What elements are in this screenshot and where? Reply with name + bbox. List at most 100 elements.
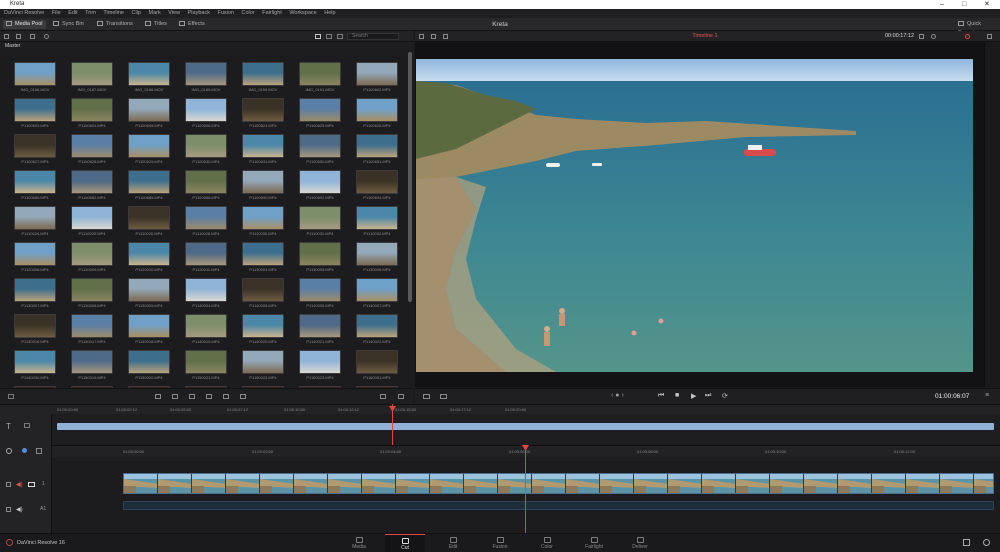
zoom-fit-icon[interactable] xyxy=(24,423,30,428)
media-clip[interactable]: P1140005.MP4 xyxy=(233,278,293,312)
place-on-top-icon[interactable] xyxy=(223,394,229,399)
snap-icon[interactable] xyxy=(22,448,27,453)
media-clip[interactable]: P1130005.MP4 xyxy=(290,242,350,276)
media-clip[interactable]: P1140020.MP4 xyxy=(233,314,293,348)
media-clip[interactable]: P1140004.MP4 xyxy=(176,278,236,312)
record-icon[interactable] xyxy=(965,34,970,39)
media-clip[interactable]: P1100651.MP4 xyxy=(347,134,407,168)
lock-audio-icon[interactable] xyxy=(6,507,11,512)
media-clip[interactable]: IMG_0187.MOV xyxy=(62,62,122,96)
media-clip[interactable]: P1140007.MP4 xyxy=(347,278,407,312)
media-clip[interactable]: P1100694.MP4 xyxy=(347,170,407,204)
menu-mark[interactable]: Mark xyxy=(149,10,161,16)
track-options-icon[interactable] xyxy=(36,448,42,454)
media-pool-button[interactable]: Media Pool xyxy=(3,20,46,29)
menu-fusion[interactable]: Fusion xyxy=(217,10,234,16)
media-clip[interactable]: P1150020.MP4 xyxy=(119,350,179,384)
media-clip[interactable]: P1150021.MP4 xyxy=(176,350,236,384)
quick-export-button[interactable]: Quick Export xyxy=(955,20,1000,36)
page-fusion[interactable]: Fusion xyxy=(480,534,520,552)
audio-level-icon[interactable] xyxy=(6,448,12,454)
media-clip[interactable]: P1100602.MP4 xyxy=(347,62,407,96)
overview-clip-bar[interactable] xyxy=(57,423,994,430)
timeline-view-icon[interactable] xyxy=(8,394,14,399)
media-clip[interactable]: P1110026.MP4 xyxy=(119,206,179,240)
split-clip-icon[interactable] xyxy=(380,394,386,399)
lower-playhead-line[interactable] xyxy=(525,445,526,533)
media-clip[interactable]: P1100628.MP4 xyxy=(62,134,122,168)
media-clip[interactable]: P1150022.MP4 xyxy=(233,350,293,384)
media-clip[interactable]: P1100650.MP4 xyxy=(290,134,350,168)
media-clip[interactable]: P1100680.MP4 xyxy=(5,170,65,204)
audio-icon[interactable] xyxy=(987,34,992,39)
thumbnail-view-icon[interactable] xyxy=(315,34,321,39)
media-clip[interactable]: P1100631.MP4 xyxy=(233,134,293,168)
safe-area-icon[interactable] xyxy=(443,34,448,39)
maximize-icon[interactable]: □ xyxy=(962,0,966,9)
effects-button[interactable]: Effects xyxy=(176,20,208,29)
media-clip[interactable]: P1140018.MP4 xyxy=(119,314,179,348)
import-icon[interactable] xyxy=(16,34,21,39)
menu-playback[interactable]: Playback xyxy=(188,10,210,16)
media-clip[interactable]: P1100630.MP4 xyxy=(176,134,236,168)
menu-edit[interactable]: Edit xyxy=(68,10,77,16)
page-color[interactable]: Color xyxy=(527,534,567,552)
media-clip[interactable]: P1100690.MP4 xyxy=(233,170,293,204)
smart-insert-icon[interactable] xyxy=(155,394,161,399)
media-clip[interactable]: P1100688.MP4 xyxy=(176,170,236,204)
previous-clip-icon[interactable]: ⏮ xyxy=(658,392,664,400)
minimize-icon[interactable]: – xyxy=(940,0,944,9)
menu-workspace[interactable]: Workspace xyxy=(289,10,316,16)
zoom-icon[interactable] xyxy=(919,34,924,39)
menu-timeline[interactable]: Timeline xyxy=(103,10,124,16)
menu-file[interactable]: File xyxy=(52,10,61,16)
video-clip-strip[interactable] xyxy=(123,473,994,494)
media-clip[interactable]: P1130009.MP4 xyxy=(119,278,179,312)
media-clip[interactable]: P1140022.MP4 xyxy=(347,314,407,348)
dual-viewer-icon[interactable] xyxy=(423,394,430,399)
menu-clip[interactable]: Clip xyxy=(131,10,140,16)
media-clip[interactable]: P1100627.MP4 xyxy=(5,134,65,168)
text-tool-icon[interactable]: T xyxy=(6,422,11,431)
media-clip[interactable]: P1110031.MP4 xyxy=(290,206,350,240)
menu-color[interactable]: Color xyxy=(242,10,255,16)
page-deliver[interactable]: Deliver xyxy=(620,534,660,552)
media-clip[interactable]: IMG_0186.MOV xyxy=(5,62,65,96)
media-clip[interactable]: P1110032.MP4 xyxy=(347,206,407,240)
media-clip[interactable]: P1110028.MP4 xyxy=(176,206,236,240)
media-clip[interactable]: P1150019.MP4 xyxy=(62,350,122,384)
next-clip-icon[interactable]: ⏭ xyxy=(705,392,711,400)
viewer-menu-icon[interactable]: ≡ xyxy=(985,392,989,399)
media-clip[interactable]: P1100626.MP4 xyxy=(347,98,407,132)
sort-icon[interactable] xyxy=(337,34,343,39)
timeline-name[interactable]: Timeline 1 xyxy=(665,32,745,41)
bin-list-icon[interactable] xyxy=(4,34,9,39)
source-overwrite-icon[interactable] xyxy=(240,394,246,399)
media-clip[interactable]: P1110030.MP4 xyxy=(233,206,293,240)
media-clip[interactable]: P1100606.MP4 xyxy=(176,98,236,132)
media-clip[interactable]: P1140017.MP4 xyxy=(62,314,122,348)
video-monitor-icon[interactable] xyxy=(28,482,35,487)
speaker-icon[interactable]: ◀) xyxy=(16,506,23,513)
transitions-button[interactable]: Transitions xyxy=(94,20,136,29)
media-clip[interactable]: P1140006.MP4 xyxy=(290,278,350,312)
media-clip[interactable]: P1100692.MP4 xyxy=(290,170,350,204)
close-icon[interactable]: ✕ xyxy=(984,0,990,9)
page-edit[interactable]: Edit xyxy=(433,534,473,552)
media-clip[interactable]: P1120011.MP4 xyxy=(176,242,236,276)
search-input[interactable]: Search xyxy=(347,33,399,40)
options-icon[interactable] xyxy=(931,34,936,39)
page-fairlight[interactable]: Fairlight xyxy=(574,534,614,552)
media-pool-scrollbar[interactable] xyxy=(408,52,412,302)
media-clip[interactable]: IMG_0191.MOV xyxy=(290,62,350,96)
media-clip[interactable]: P1100629.MP4 xyxy=(119,134,179,168)
lock-track-icon[interactable] xyxy=(6,482,11,487)
stop-icon[interactable]: ■ xyxy=(675,392,679,399)
media-clip[interactable]: P1130008.MP4 xyxy=(62,278,122,312)
render-icon[interactable] xyxy=(398,394,404,399)
append-icon[interactable] xyxy=(172,394,178,399)
media-clip[interactable]: P1100624.MP4 xyxy=(233,98,293,132)
menu-view[interactable]: View xyxy=(168,10,180,16)
menu-fairlight[interactable]: Fairlight xyxy=(262,10,282,16)
media-clip[interactable]: P1110024.MP4 xyxy=(5,206,65,240)
